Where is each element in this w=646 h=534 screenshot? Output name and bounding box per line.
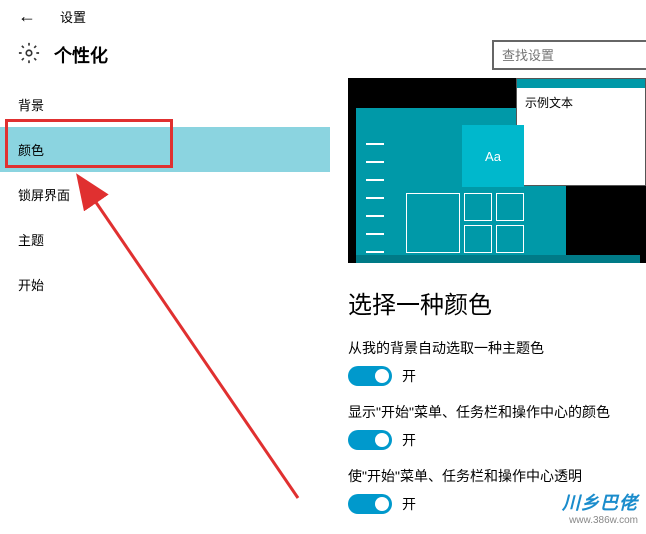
page-title: 个性化 — [54, 42, 108, 68]
back-arrow-icon[interactable]: ← — [18, 6, 36, 27]
theme-preview: 示例文本 Aa — [348, 78, 646, 263]
setting-show-color: 显示"开始"菜单、任务栏和操作中心的颜色 开 — [348, 402, 646, 450]
watermark: 川乡巴佬 www.386w.com — [562, 489, 638, 526]
toggle-state: 开 — [402, 366, 416, 386]
main-content: 示例文本 Aa — [330, 78, 646, 534]
setting-label: 使"开始"菜单、任务栏和操作中心透明 — [348, 466, 646, 486]
window-title: 设置 — [60, 7, 86, 26]
section-title: 选择一种颜色 — [348, 285, 646, 320]
preview-tile: Aa — [462, 125, 524, 187]
header: 个性化 — [0, 32, 646, 78]
setting-auto-accent: 从我的背景自动选取一种主题色 开 — [348, 338, 646, 386]
toggle-auto-accent[interactable] — [348, 366, 392, 386]
sample-text: 示例文本 — [517, 88, 645, 117]
sidebar-item-lockscreen[interactable]: 锁屏界面 — [0, 172, 330, 217]
toggle-show-color[interactable] — [348, 430, 392, 450]
sidebar-item-themes[interactable]: 主题 — [0, 217, 330, 262]
setting-label: 从我的背景自动选取一种主题色 — [348, 338, 646, 358]
sidebar-item-background[interactable]: 背景 — [0, 82, 330, 127]
titlebar: ← 设置 — [0, 0, 646, 32]
toggle-state: 开 — [402, 430, 416, 450]
toggle-state: 开 — [402, 494, 416, 514]
setting-label: 显示"开始"菜单、任务栏和操作中心的颜色 — [348, 402, 646, 422]
sidebar: 背景 颜色 锁屏界面 主题 开始 — [0, 78, 330, 534]
toggle-transparency[interactable] — [348, 494, 392, 514]
sidebar-item-start[interactable]: 开始 — [0, 262, 330, 307]
gear-icon — [18, 42, 40, 69]
search-input[interactable] — [492, 40, 646, 70]
sidebar-item-colors[interactable]: 颜色 — [0, 127, 330, 172]
